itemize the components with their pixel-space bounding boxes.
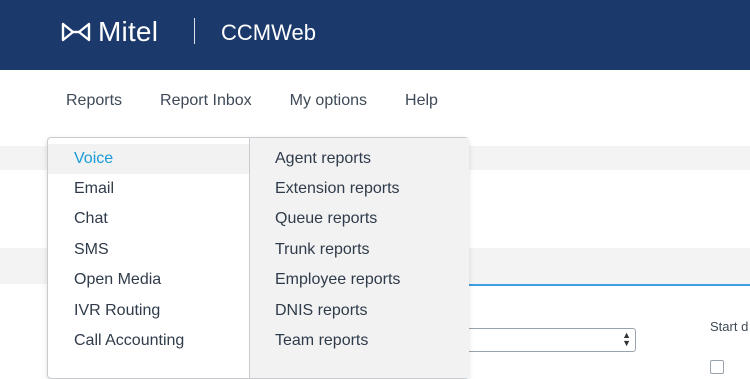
menu-extension-reports[interactable]: Extension reports [275, 180, 400, 198]
menu-category-open-media[interactable]: Open Media [74, 271, 161, 289]
menu-employee-reports[interactable]: Employee reports [275, 271, 400, 289]
header-divider [194, 18, 195, 44]
menu-category-call-accounting[interactable]: Call Accounting [74, 332, 184, 350]
menu-category-ivr-routing[interactable]: IVR Routing [74, 302, 160, 320]
option-checkbox[interactable] [710, 360, 724, 374]
app-header: Mitel CCMWeb [0, 0, 750, 70]
menu-dnis-reports[interactable]: DNIS reports [275, 302, 367, 320]
nav-report-inbox[interactable]: Report Inbox [160, 92, 252, 116]
menu-category-chat[interactable]: Chat [74, 210, 108, 228]
report-select[interactable]: ▲ ▼ [460, 328, 636, 352]
menu-category-voice[interactable]: Voice [74, 150, 113, 168]
nav-reports[interactable]: Reports [66, 92, 122, 116]
mitel-logo-icon [61, 22, 91, 42]
select-arrows-icon: ▲ ▼ [622, 330, 631, 348]
start-date-label: Start d [710, 319, 749, 334]
main-nav: Reports Report Inbox My options Help [66, 92, 438, 116]
menu-subitem-column: Agent reports Extension reports Queue re… [249, 138, 469, 378]
mitel-logo[interactable]: Mitel [60, 16, 158, 48]
menu-agent-reports[interactable]: Agent reports [275, 150, 371, 168]
nav-my-options[interactable]: My options [290, 92, 367, 116]
menu-category-sms[interactable]: SMS [74, 241, 109, 259]
active-tab-underline [466, 284, 750, 286]
reports-dropdown-menu: Voice Email Chat SMS Open Media IVR Rout… [47, 137, 469, 379]
logo-text: Mitel [98, 16, 159, 47]
menu-team-reports[interactable]: Team reports [275, 332, 368, 350]
menu-queue-reports[interactable]: Queue reports [275, 210, 377, 228]
nav-help[interactable]: Help [405, 92, 438, 116]
menu-category-email[interactable]: Email [74, 180, 114, 198]
menu-category-column: Voice Email Chat SMS Open Media IVR Rout… [48, 138, 249, 378]
menu-trunk-reports[interactable]: Trunk reports [275, 241, 370, 259]
app-title: CCMWeb [221, 20, 316, 45]
